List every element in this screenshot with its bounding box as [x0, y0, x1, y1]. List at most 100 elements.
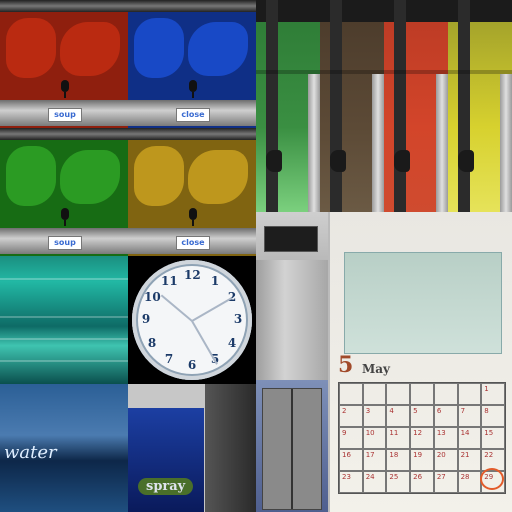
calendar-cell: [457, 383, 482, 405]
grey-panel-screen: [256, 212, 328, 260]
mic-icon: [189, 80, 197, 98]
calendar-cell: 1: [481, 383, 505, 405]
vending-tile-blue: close: [128, 0, 256, 128]
spray-strip-tile: spray: [128, 384, 256, 512]
water-label: water: [4, 442, 57, 463]
calendar-day-number: 9: [342, 429, 347, 437]
mic-icon: [61, 80, 69, 98]
calendar-cell: 10: [362, 427, 387, 449]
mic-icon: [61, 208, 69, 226]
calendar-day-number: 19: [413, 451, 423, 459]
calendar-day-number: 7: [460, 407, 466, 415]
calendar-cell: [386, 383, 411, 405]
calendar-day-number: 24: [365, 473, 375, 481]
vending-tile-red: soup: [0, 0, 128, 128]
calendar-day-number: 11: [389, 429, 399, 437]
calendar-cell: 21: [457, 449, 482, 471]
calendar-day-number: 5: [413, 407, 418, 415]
grey-panel-door: [256, 380, 328, 512]
vending-tile-yellow: close: [128, 128, 256, 256]
calendar-tile: 5 May 1 2 3 4 5 6 7 8 9 10 11 12 13 14 15 16 17 18 19 20 21 2…: [328, 212, 512, 512]
guitar-green: [256, 0, 320, 212]
guitar-yellow: [448, 0, 512, 212]
calendar-day-number: 25: [389, 473, 399, 481]
clock-number-7: 7: [164, 352, 174, 366]
calendar-day-number: 18: [389, 451, 399, 459]
calendar-cell: 9: [339, 427, 363, 449]
clock-face: 12 1 2 3 4 5 6 7 8 9 10 11: [132, 260, 252, 380]
vending-label: soup: [48, 236, 82, 250]
calendar-cell: 11: [386, 427, 411, 449]
clock-number-8: 8: [147, 336, 157, 350]
calendar-cell: [339, 383, 363, 405]
calendar-cell: 25: [386, 471, 411, 493]
calendar-cell: 24: [362, 471, 387, 493]
door-icon: [262, 388, 322, 510]
clock-number-3: 3: [233, 312, 243, 326]
calendar-cell: 13: [433, 427, 458, 449]
calendar-cell: 20: [433, 449, 458, 471]
spray-label: spray: [138, 478, 194, 495]
vending-label: soup: [48, 108, 82, 122]
calendar-day-number: 8: [484, 407, 489, 415]
clock-number-12: 12: [184, 268, 201, 282]
calendar-cell: 14: [457, 427, 482, 449]
clock-minute-hand: [191, 297, 233, 322]
calendar-day-number: 4: [389, 407, 394, 415]
calendar-cell: 16: [339, 449, 363, 471]
calendar-cell: 8: [481, 405, 505, 427]
calendar-cell: 3: [362, 405, 387, 427]
clock-tile: 12 1 2 3 4 5 6 7 8 9 10 11: [128, 256, 256, 384]
calendar-cell: 15: [481, 427, 505, 449]
calendar-cell: 28: [457, 471, 482, 493]
calendar-day-number: 1: [484, 385, 489, 393]
calendar-day-number: 12: [413, 429, 423, 437]
calendar-day-number: 17: [365, 451, 375, 459]
calendar-cell: [433, 383, 458, 405]
guitar-strip-set: [256, 0, 512, 212]
calendar-cell: [362, 383, 387, 405]
calendar-day-number: 13: [436, 429, 446, 437]
clock-number-11: 11: [161, 274, 178, 288]
calendar-cell: 7: [457, 405, 482, 427]
calendar-cell: 18: [386, 449, 411, 471]
screen-icon: [264, 226, 318, 252]
calendar-cell: 19: [410, 449, 434, 471]
calendar-month-name: May: [362, 362, 391, 376]
texture-atlas: soup close soup close 12 1 2 3 4 6 7 8 9…: [0, 0, 512, 512]
teal-water-tile: [0, 256, 128, 384]
calendar-cell: 12: [410, 427, 434, 449]
calendar-cell: 2: [339, 405, 363, 427]
spray-panel: spray: [128, 408, 204, 512]
calendar-cell: 23: [339, 471, 363, 493]
mic-icon: [189, 208, 197, 226]
calendar-day-number: 15: [484, 429, 494, 437]
clock-number-1: 1: [210, 274, 220, 288]
calendar-day-number: 28: [460, 473, 470, 481]
vending-tile-green: soup: [0, 128, 128, 256]
calendar-day-number: 16: [342, 451, 351, 459]
calendar-day-number: 3: [365, 407, 371, 415]
calendar-cell: 4: [386, 405, 411, 427]
guitar-red: [384, 0, 448, 212]
calendar-cell: 17: [362, 449, 387, 471]
calendar-day-number: 10: [365, 429, 375, 437]
vending-label: close: [176, 108, 210, 122]
grey-panel-middle: [256, 260, 328, 380]
calendar-day-number: 23: [342, 473, 351, 481]
calendar-day-number: 20: [436, 451, 446, 459]
calendar-cell: 26: [410, 471, 434, 493]
calendar-cell: [410, 383, 434, 405]
vending-label: close: [176, 236, 210, 250]
water-strip-tile: water: [0, 384, 128, 512]
clock-number-4: 4: [227, 336, 237, 350]
calendar-day-number: 26: [413, 473, 423, 481]
calendar-circle-mark: [480, 468, 505, 490]
calendar-day-number: 21: [460, 451, 470, 459]
clock-number-10: 10: [144, 290, 161, 304]
calendar-cell: 27: [433, 471, 458, 493]
guitar-brown: [320, 0, 384, 212]
clock-number-6: 6: [187, 358, 197, 372]
calendar-cell: 6: [433, 405, 458, 427]
calendar-day-number: 14: [460, 429, 470, 437]
